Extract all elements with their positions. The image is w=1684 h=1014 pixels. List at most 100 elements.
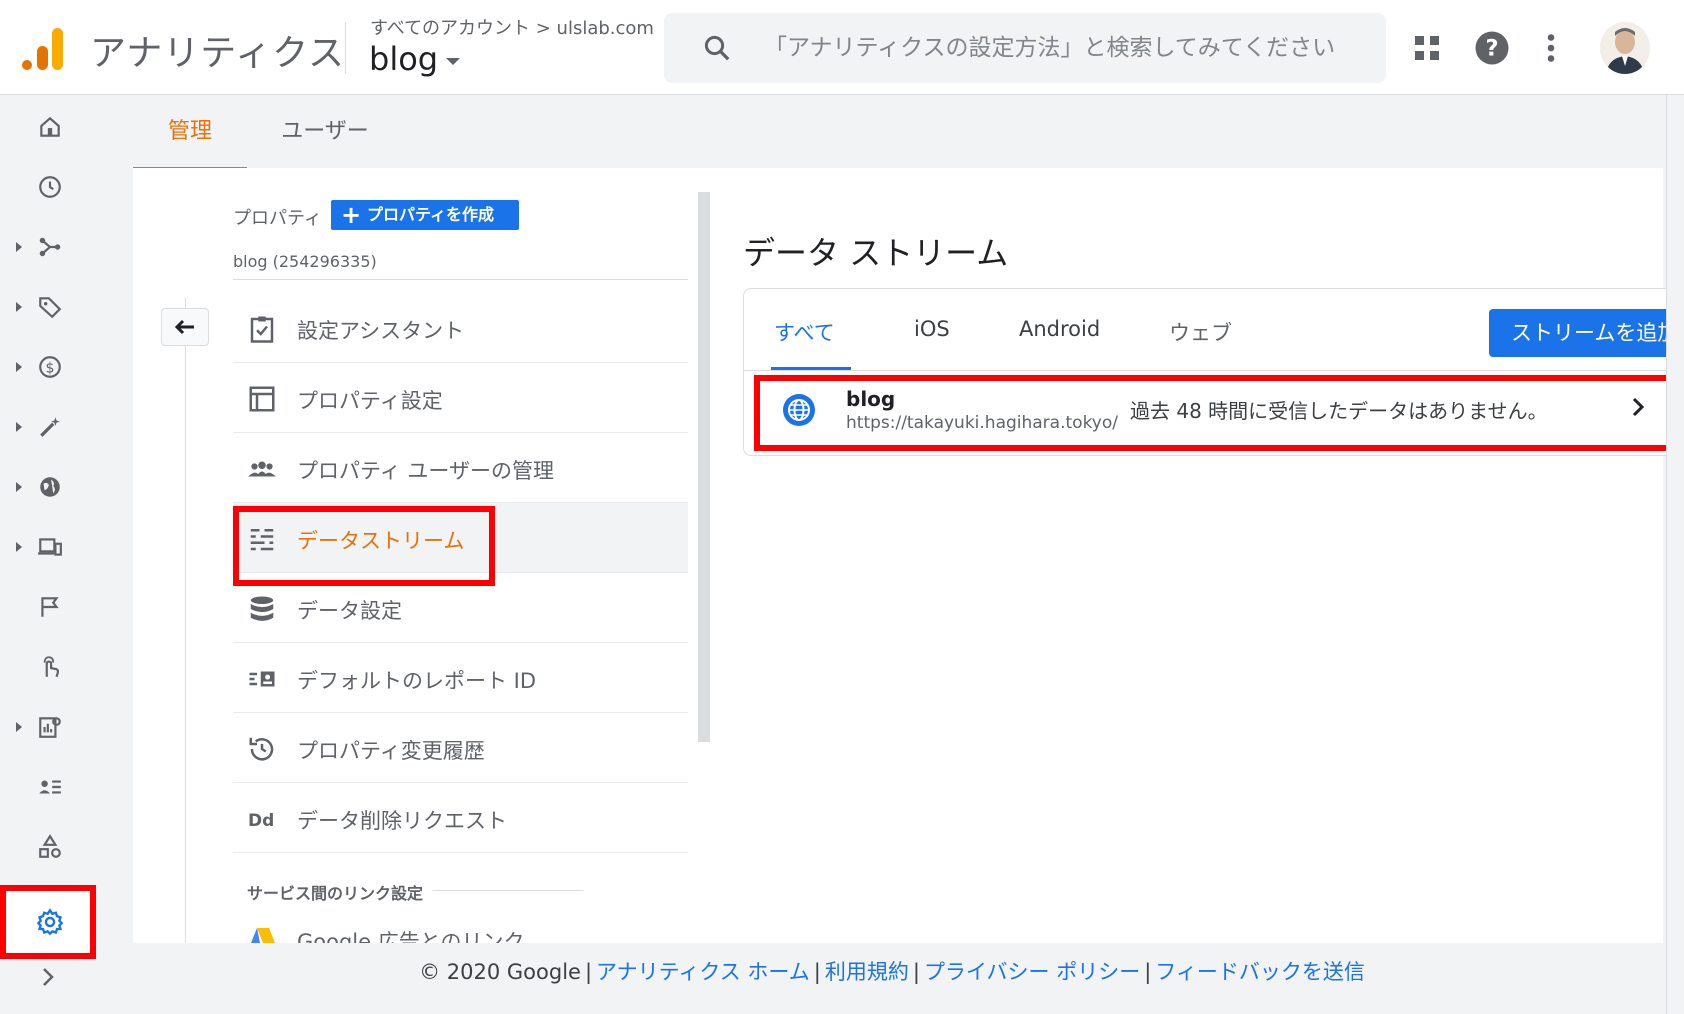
stream-url: https://takayuki.hagihara.tokyo/ <box>846 413 1118 433</box>
tab-all[interactable]: すべて <box>774 317 835 347</box>
rail-realtime[interactable] <box>0 165 100 209</box>
rail-explore[interactable] <box>0 705 100 749</box>
expand-arrow-icon <box>16 302 22 312</box>
back-button[interactable] <box>161 308 209 346</box>
rail-events[interactable] <box>0 585 100 629</box>
history-icon <box>249 737 274 761</box>
more-vert-icon[interactable] <box>1533 30 1569 66</box>
avatar[interactable] <box>1600 22 1650 74</box>
expand-arrow-icon <box>16 722 22 732</box>
tab-user[interactable]: ユーザー <box>270 112 380 170</box>
menu-data-settings[interactable]: データ設定 <box>233 573 688 643</box>
page-scrollbar[interactable] <box>1666 95 1684 1014</box>
rail-lifecycle[interactable] <box>0 225 100 269</box>
devices-icon <box>38 538 62 556</box>
footer-link-privacy[interactable]: プライバシー ポリシー <box>924 960 1140 984</box>
back-line <box>185 298 186 943</box>
rail-monetization[interactable]: $ <box>0 345 100 389</box>
menu-property-change-history[interactable]: プロパティ変更履歴 <box>233 713 688 783</box>
top-header: アナリティクス すべてのアカウント > ulslab.com blog ? <box>0 0 1684 95</box>
admin-panel: プロパティ + プロパティを作成 blog (254296335) 設定アシスタン… <box>133 168 1684 943</box>
menu-default-report-id[interactable]: デフォルトのレポート ID <box>233 643 688 713</box>
rail-configure-audiences[interactable] <box>0 765 100 809</box>
menu-label: プロパティ設定 <box>297 389 443 413</box>
database-icon <box>250 596 274 621</box>
menu-label: Google 広告とのリンク <box>297 930 525 943</box>
tab-web[interactable]: ウェブ <box>1169 317 1232 347</box>
footer-link-analytics-home[interactable]: アナリティクス ホーム <box>596 960 810 984</box>
stream-status: 過去 48 時間に受信したデータはありません。 <box>1130 399 1548 423</box>
property-divider <box>233 279 688 280</box>
plus-icon: + <box>341 201 362 229</box>
rail-conversions[interactable] <box>0 645 100 689</box>
menu-label: データ設定 <box>297 599 402 623</box>
tab-ios[interactable]: iOS <box>914 317 950 341</box>
menu-label: プロパティ変更履歴 <box>297 739 485 763</box>
column-scrollbar[interactable] <box>698 192 710 742</box>
stream-row[interactable]: blog https://takayuki.hagihara.tokyo/ 過去… <box>754 375 1684 451</box>
layout-icon <box>249 386 275 412</box>
property-selector-label: blog <box>369 40 439 78</box>
create-property-button[interactable]: + プロパティを作成 <box>331 200 519 230</box>
flow-icon <box>39 237 61 257</box>
menu-google-ads-link[interactable]: Google 広告とのリンク <box>247 918 697 943</box>
rail-demographics[interactable] <box>0 465 100 509</box>
svg-text:$: $ <box>46 360 55 376</box>
gear-icon <box>36 908 64 936</box>
shapes-icon <box>39 834 61 858</box>
footer-link-feedback[interactable]: フィードバックを送信 <box>1155 960 1365 984</box>
footer-link-terms[interactable]: 利用規約 <box>825 960 909 984</box>
people-icon <box>248 461 276 477</box>
rail-tech[interactable] <box>0 525 100 569</box>
create-property-label: プロパティを作成 <box>367 205 495 224</box>
home-icon <box>40 116 60 137</box>
card-divider <box>744 370 1684 371</box>
menu-property-settings[interactable]: プロパティ設定 <box>233 363 688 433</box>
tab-admin[interactable]: 管理 <box>133 112 247 170</box>
stream-name: blog <box>846 387 896 411</box>
page-title: データ ストリーム <box>743 234 1009 272</box>
left-rail: $ <box>0 95 100 1014</box>
checklist-icon <box>250 316 274 343</box>
search-box[interactable] <box>664 13 1386 83</box>
flag-icon <box>41 597 59 617</box>
rail-home[interactable] <box>0 105 100 149</box>
dollar-icon: $ <box>39 356 61 378</box>
copyright: © 2020 Google <box>419 960 581 984</box>
apps-grid-icon[interactable] <box>1409 30 1445 66</box>
help-icon[interactable]: ? <box>1474 30 1510 66</box>
property-selector[interactable]: blog <box>369 40 461 78</box>
chevron-right-icon[interactable] <box>1628 395 1648 419</box>
menu-label: 設定アシスタント <box>297 319 465 343</box>
analytics-logo-icon[interactable] <box>22 28 64 70</box>
property-id[interactable]: blog (254296335) <box>233 252 377 271</box>
property-column-label: プロパティ <box>233 208 322 229</box>
search-icon[interactable] <box>702 33 732 63</box>
account-breadcrumb[interactable]: すべてのアカウント > ulslab.com <box>370 14 654 40</box>
expand-arrow-icon <box>16 242 22 252</box>
add-stream-label: ストリームを追加 <box>1511 321 1679 345</box>
menu-property-user-management[interactable]: プロパティ ユーザーの管理 <box>233 433 688 503</box>
globe-icon <box>40 477 60 497</box>
add-stream-button[interactable]: ストリームを追加 <box>1489 309 1684 357</box>
svg-text:Dd: Dd <box>248 811 274 831</box>
menu-label: プロパティ ユーザーの管理 <box>297 459 554 483</box>
header-divider <box>345 22 346 74</box>
menu-setup-assistant[interactable]: 設定アシスタント <box>233 293 688 363</box>
menu-label: データ削除リクエスト <box>297 809 507 833</box>
rail-configure-shapes[interactable] <box>0 825 100 869</box>
rail-admin[interactable] <box>0 885 96 959</box>
menu-data-deletion-requests[interactable]: Dd データ削除リクエスト <box>233 783 688 853</box>
dd-icon: Dd <box>248 811 274 831</box>
report-id-icon <box>249 671 275 687</box>
tab-android[interactable]: Android <box>1019 317 1100 341</box>
wand-icon <box>40 417 60 437</box>
caret-down-icon <box>446 57 461 65</box>
section-divider <box>433 890 583 891</box>
rail-retention[interactable] <box>0 405 100 449</box>
arrow-back-icon <box>174 319 194 335</box>
search-input[interactable] <box>764 13 1364 83</box>
clock-icon <box>39 176 61 198</box>
tag-icon <box>39 297 62 319</box>
rail-engagement[interactable] <box>0 285 100 329</box>
